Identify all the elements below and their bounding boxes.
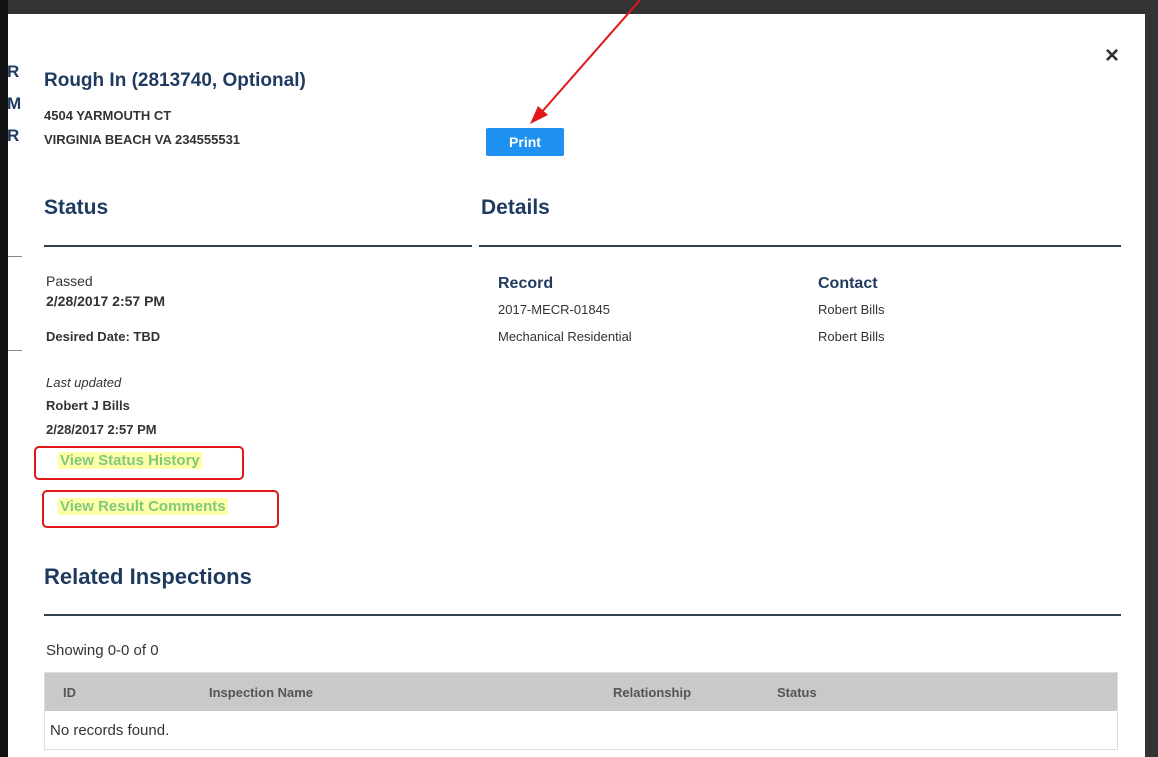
overlay-right bbox=[1145, 0, 1158, 757]
status-result: Passed bbox=[46, 273, 93, 289]
address-line-2: VIRGINIA BEACH VA 234555531 bbox=[44, 132, 241, 147]
inspection-title: Rough In (2813740, Optional) bbox=[44, 70, 306, 91]
annotation-box bbox=[42, 490, 279, 528]
contact-label: Contact bbox=[818, 275, 878, 292]
background-text: M bbox=[7, 94, 22, 113]
background-divider bbox=[8, 350, 22, 351]
related-inspections-table: ID Inspection Name Relationship Status N… bbox=[44, 672, 1118, 750]
annotation-box bbox=[34, 446, 244, 480]
contact-line-1: Robert Bills bbox=[818, 302, 885, 317]
contact-line-2: Robert Bills bbox=[818, 329, 885, 344]
related-inspections-heading: Related Inspections bbox=[44, 564, 252, 589]
details-heading: Details bbox=[481, 196, 550, 219]
address-line-1: 4504 YARMOUTH CT bbox=[44, 108, 172, 123]
status-divider bbox=[44, 245, 472, 247]
last-updated-label: Last updated bbox=[46, 375, 122, 390]
inspection-modal: × Rough In (2813740, Optional) 4504 YARM… bbox=[22, 14, 1145, 757]
column-header-status[interactable]: Status bbox=[759, 685, 1117, 700]
overlay-left bbox=[0, 0, 8, 757]
print-button[interactable]: Print bbox=[486, 128, 564, 156]
empty-row: No records found. bbox=[45, 711, 1117, 749]
table-header: ID Inspection Name Relationship Status bbox=[45, 673, 1117, 711]
overlay-top bbox=[0, 0, 1158, 14]
updated-by: Robert J Bills bbox=[46, 398, 130, 413]
close-icon[interactable]: × bbox=[1105, 44, 1119, 68]
record-type: Mechanical Residential bbox=[498, 329, 632, 344]
details-divider bbox=[479, 245, 1121, 247]
desired-date: Desired Date: TBD bbox=[46, 329, 161, 344]
column-header-id[interactable]: ID bbox=[45, 685, 191, 700]
background-divider bbox=[8, 256, 22, 257]
pagination-summary: Showing 0-0 of 0 bbox=[46, 642, 159, 659]
record-number: 2017-MECR-01845 bbox=[498, 302, 611, 317]
related-divider bbox=[44, 614, 1121, 616]
background-text: R bbox=[7, 126, 20, 145]
column-header-relationship[interactable]: Relationship bbox=[595, 685, 759, 700]
record-label: Record bbox=[498, 275, 554, 292]
status-datetime: 2/28/2017 2:57 PM bbox=[46, 293, 166, 309]
updated-datetime: 2/28/2017 2:57 PM bbox=[46, 422, 157, 437]
background-text: R bbox=[7, 62, 20, 81]
empty-message: No records found. bbox=[50, 721, 170, 739]
status-heading: Status bbox=[44, 196, 109, 219]
column-header-inspection-name[interactable]: Inspection Name bbox=[191, 685, 595, 700]
